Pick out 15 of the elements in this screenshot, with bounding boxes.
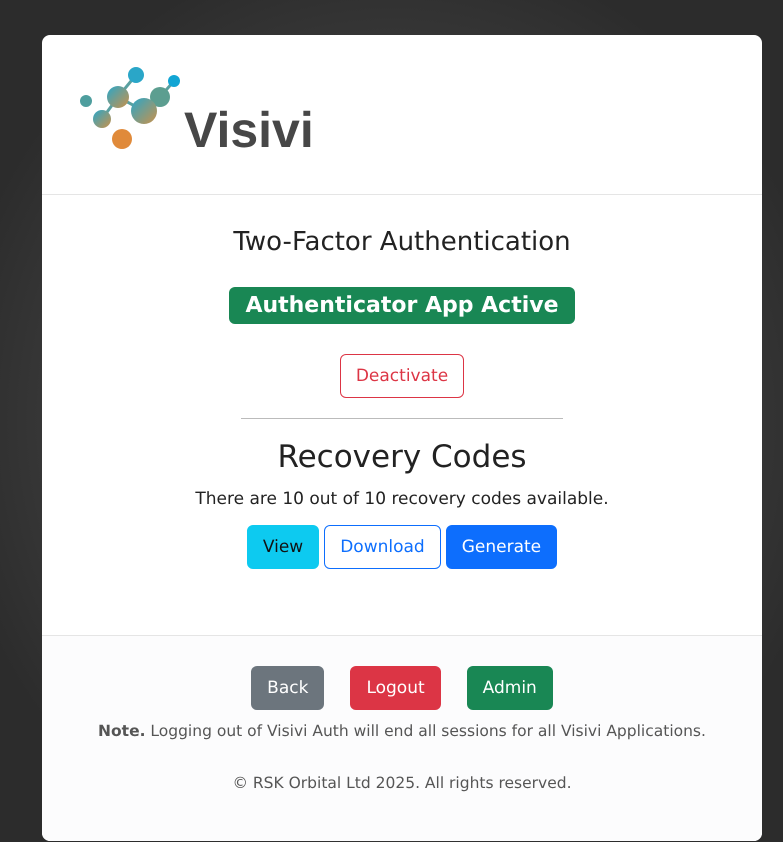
recovery-message: There are 10 out of 10 recovery codes available. [195, 489, 609, 509]
footer-button[interactable]: Logout [350, 666, 441, 710]
molecule-logo-icon [80, 67, 180, 151]
note-text: Note. Logging out of Visivi Auth will end all sessions for all Visivi Applications. [98, 722, 706, 740]
logo-text: Visivi [184, 105, 314, 155]
page-title: Two-Factor Authentication [233, 227, 571, 257]
deactivate-button[interactable]: Deactivate [340, 354, 464, 398]
recovery-button[interactable]: View [246, 525, 320, 569]
copyright-text: © RSK Orbital Ltd 2025. All rights reserved. [232, 774, 572, 792]
recovery-button[interactable]: Download [324, 525, 441, 569]
footer-button[interactable]: Admin [466, 666, 553, 710]
footer-button[interactable]: Back [251, 666, 324, 710]
status-badge: Authenticator App Active [229, 287, 575, 324]
recovery-button[interactable]: Generate [446, 525, 558, 569]
section-heading: Recovery Codes [277, 439, 527, 475]
